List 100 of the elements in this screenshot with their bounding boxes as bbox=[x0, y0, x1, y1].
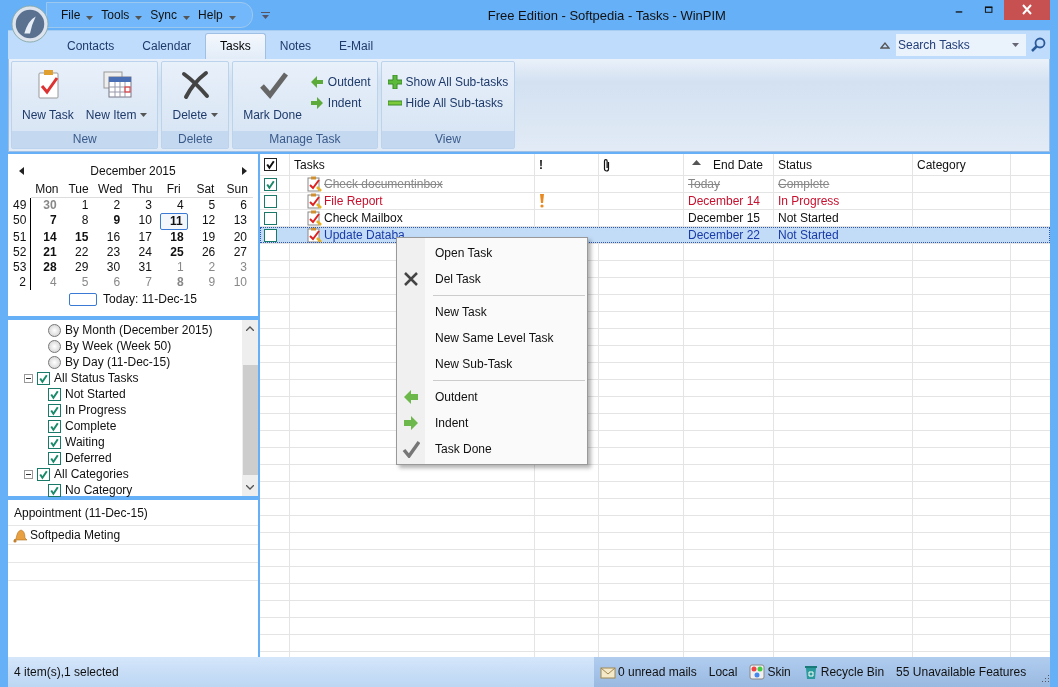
checkbox[interactable] bbox=[37, 371, 50, 385]
status-item[interactable]: 55 Unavailable Features bbox=[896, 665, 1027, 679]
calendar-day[interactable]: 12 bbox=[191, 213, 220, 230]
calendar-day[interactable]: 3 bbox=[128, 198, 156, 213]
customize-icon[interactable] bbox=[260, 11, 270, 19]
collapse-ribbon-icon[interactable] bbox=[880, 41, 890, 49]
tree-item[interactable]: Complete bbox=[65, 419, 117, 433]
calendar-day[interactable]: 3 bbox=[223, 260, 251, 275]
menu-item[interactable]: New Sub-Task bbox=[425, 357, 513, 371]
tab[interactable]: E-Mail bbox=[325, 34, 388, 59]
checkbox[interactable] bbox=[48, 387, 61, 401]
ribbon-button[interactable]: Show All Sub-tasks bbox=[385, 74, 511, 90]
calendar-day[interactable]: 26 bbox=[191, 245, 220, 260]
column-header[interactable]: Tasks bbox=[290, 154, 535, 175]
checkbox[interactable] bbox=[264, 211, 277, 225]
tree-item[interactable]: Waiting bbox=[65, 435, 105, 449]
today-label[interactable]: Today: 11-Dec-15 bbox=[103, 292, 197, 306]
status-item[interactable]: Skin bbox=[767, 665, 791, 679]
calendar-day[interactable]: 5 bbox=[191, 198, 220, 213]
scroll-up-icon[interactable] bbox=[246, 326, 254, 331]
menu-item[interactable]: Help bbox=[198, 8, 223, 22]
column-header[interactable]: ! bbox=[535, 154, 599, 175]
calendar-day[interactable]: 27 bbox=[223, 245, 251, 260]
ribbon-button[interactable]: New Task bbox=[16, 62, 80, 131]
menu-item[interactable]: New Task bbox=[425, 305, 487, 319]
calendar-day[interactable]: 15 bbox=[64, 230, 93, 245]
menu-item[interactable]: File bbox=[61, 8, 81, 22]
calendar-day[interactable]: 24 bbox=[128, 245, 156, 260]
tree-item[interactable]: Not Started bbox=[65, 387, 126, 401]
task-row[interactable]: Check Mailbox December 15 Not Started bbox=[260, 210, 1050, 227]
calendar-day[interactable]: 8 bbox=[64, 213, 93, 230]
calendar-day[interactable]: 4 bbox=[159, 198, 188, 213]
caret-icon[interactable] bbox=[228, 16, 236, 20]
tree-item[interactable]: All Categories bbox=[54, 467, 129, 481]
scrollbar[interactable] bbox=[242, 320, 258, 496]
status-item[interactable]: Recycle Bin bbox=[820, 665, 885, 679]
radio-button[interactable] bbox=[48, 355, 61, 369]
menu-item[interactable]: Task Done bbox=[425, 442, 492, 456]
caret-icon[interactable] bbox=[86, 16, 94, 20]
tree-item[interactable]: By Day (11-Dec-15) bbox=[65, 355, 171, 369]
calendar-day[interactable]: 5 bbox=[64, 275, 93, 290]
column-header[interactable]: Category bbox=[913, 154, 1011, 175]
menu-item[interactable]: Sync bbox=[150, 8, 178, 22]
checkbox[interactable] bbox=[48, 419, 61, 433]
tab[interactable]: Notes bbox=[265, 34, 326, 59]
menu-item[interactable]: Del Task bbox=[425, 272, 481, 286]
calendar-day[interactable]: 31 bbox=[128, 260, 156, 275]
tree-item[interactable]: By Week (Week 50) bbox=[65, 339, 172, 353]
next-icon[interactable] bbox=[242, 167, 247, 175]
checkbox[interactable] bbox=[37, 467, 50, 481]
calendar-day[interactable]: 28 bbox=[33, 260, 61, 275]
column-header[interactable]: End Date bbox=[684, 154, 774, 175]
checkbox[interactable] bbox=[48, 483, 61, 497]
ribbon-button[interactable]: Delete bbox=[166, 62, 225, 131]
search-icon[interactable] bbox=[1030, 37, 1046, 53]
tree-item[interactable]: In Progress bbox=[65, 403, 127, 417]
expander-icon[interactable] bbox=[24, 373, 33, 383]
previous-icon[interactable] bbox=[19, 167, 24, 175]
checkbox[interactable] bbox=[264, 177, 277, 191]
calendar-day[interactable]: 30 bbox=[96, 260, 125, 275]
ribbon-button[interactable]: Mark Done bbox=[237, 62, 308, 131]
scroll-thumb[interactable] bbox=[242, 365, 258, 475]
caret-icon[interactable] bbox=[1012, 43, 1019, 47]
calendar-day[interactable]: 1 bbox=[64, 198, 93, 213]
checkbox[interactable] bbox=[264, 158, 277, 171]
caret-icon[interactable] bbox=[183, 16, 191, 20]
ribbon-button[interactable]: Indent bbox=[307, 95, 373, 111]
checkbox[interactable] bbox=[48, 451, 61, 465]
calendar-day[interactable]: 2 bbox=[96, 198, 125, 213]
calendar-day[interactable]: 9 bbox=[191, 275, 220, 290]
column-header[interactable]: Status bbox=[774, 154, 913, 175]
calendar-day[interactable]: 2 bbox=[191, 260, 220, 275]
calendar-day[interactable]: 20 bbox=[223, 230, 251, 245]
radio-button[interactable] bbox=[48, 339, 61, 353]
appointment-item[interactable]: Softpedia Meting bbox=[30, 528, 121, 542]
calendar-day[interactable]: 19 bbox=[191, 230, 220, 245]
calendar-day[interactable]: 21 bbox=[33, 245, 61, 260]
calendar-day[interactable]: 23 bbox=[96, 245, 125, 260]
calendar-day[interactable]: 29 bbox=[64, 260, 93, 275]
radio-button[interactable] bbox=[48, 323, 61, 337]
expander-icon[interactable] bbox=[24, 469, 33, 479]
calendar-day[interactable]: 8 bbox=[159, 275, 188, 290]
menu-item[interactable]: Outdent bbox=[425, 390, 478, 404]
search-box[interactable]: Search Tasks bbox=[896, 34, 1026, 56]
tree-item[interactable]: Deferred bbox=[65, 451, 112, 465]
checkbox[interactable] bbox=[48, 403, 61, 417]
calendar-day[interactable]: 18 bbox=[159, 230, 188, 245]
menu-item[interactable]: New Same Level Task bbox=[425, 331, 554, 345]
calendar-day[interactable]: 16 bbox=[96, 230, 125, 245]
calendar-day[interactable]: 7 bbox=[33, 213, 61, 230]
tree-item[interactable]: All Status Tasks bbox=[54, 371, 139, 385]
calendar-day[interactable]: 11 bbox=[159, 213, 188, 230]
calendar-day[interactable]: 4 bbox=[33, 275, 61, 290]
checkbox[interactable] bbox=[264, 194, 277, 208]
task-row[interactable]: File Report December 14 In Progress bbox=[260, 193, 1050, 210]
calendar-day[interactable]: 10 bbox=[223, 275, 251, 290]
ribbon-button[interactable]: New Item bbox=[79, 62, 154, 131]
calendar-day[interactable]: 22 bbox=[64, 245, 93, 260]
caret-icon[interactable] bbox=[135, 16, 143, 20]
tab[interactable]: Calendar bbox=[128, 34, 206, 59]
